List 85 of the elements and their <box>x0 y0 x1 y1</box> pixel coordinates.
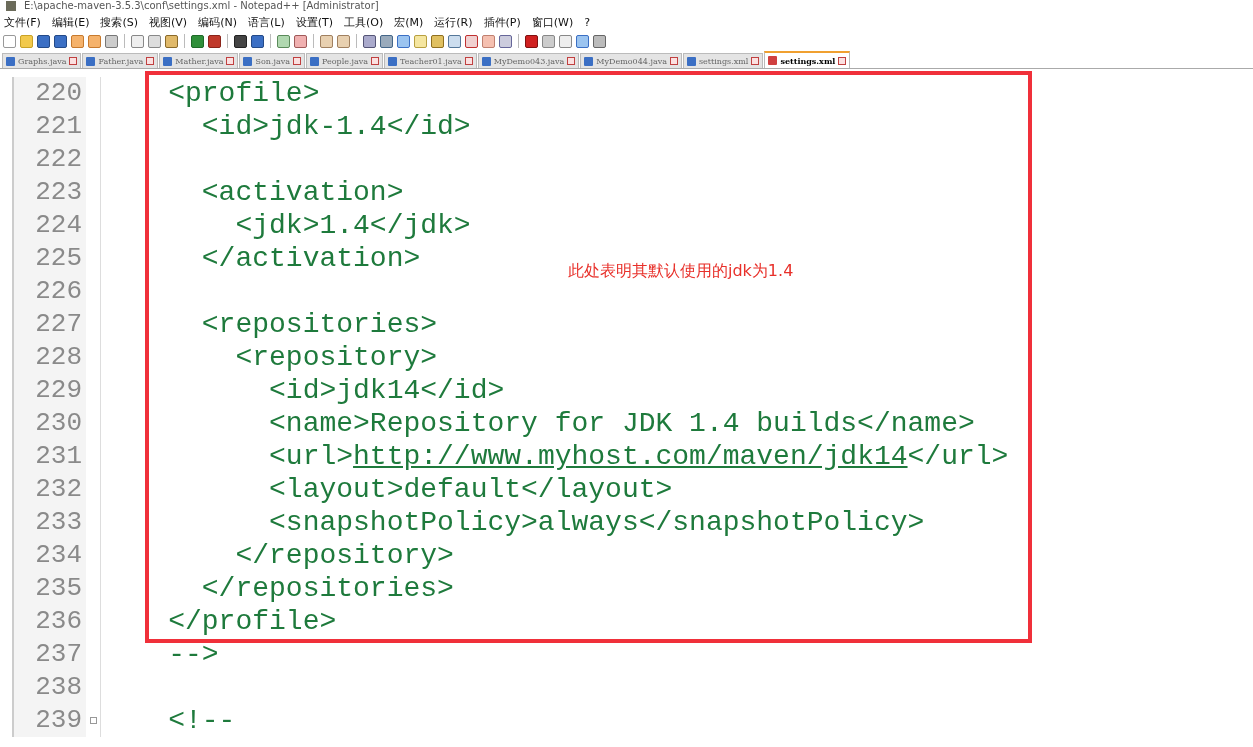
line-number: 235 <box>12 572 86 605</box>
line-number: 223 <box>12 176 86 209</box>
line-number: 225 <box>12 242 86 275</box>
close-icon[interactable] <box>146 57 155 65</box>
file-icon <box>481 56 491 66</box>
code-line: <layout>default</layout> <box>268 473 673 506</box>
fold-icon[interactable] <box>89 717 97 724</box>
close-icon[interactable] <box>670 57 678 65</box>
close-icon[interactable] <box>293 57 301 65</box>
file-tab[interactable]: Graphs.java <box>2 53 82 68</box>
file-tab[interactable]: Father.java <box>82 53 159 68</box>
file-icon <box>388 56 398 66</box>
menu-item[interactable]: 视图(V) <box>149 14 188 30</box>
menu-item[interactable]: 搜索(S) <box>100 14 139 30</box>
code-line: --> <box>167 638 219 671</box>
line-number: 232 <box>12 473 86 506</box>
file-icon <box>768 56 778 65</box>
menu-item[interactable]: 语言(L) <box>247 14 285 30</box>
file-icon <box>243 56 253 66</box>
close-icon[interactable] <box>567 57 576 65</box>
file-tab[interactable]: MyDemo044.java <box>580 53 682 68</box>
menu-item[interactable]: 插件(P) <box>483 14 521 30</box>
app-icon <box>6 1 16 11</box>
close-icon[interactable] <box>751 57 760 65</box>
menu-item[interactable]: 编辑(E) <box>51 14 90 30</box>
file-tab[interactable]: MyDemo043.java <box>477 53 580 68</box>
code-line: <profile> <box>167 77 320 110</box>
menu-item[interactable]: 窗口(W) <box>531 14 574 30</box>
code-line: <id>jdk-1.4</id> <box>200 110 471 143</box>
menu-item[interactable]: 工具(O) <box>344 14 384 30</box>
code-line: <repository> <box>234 341 438 374</box>
line-number: 237 <box>12 638 86 671</box>
window-title: E:\apache-maven-3.5.3\conf\settings.xml - Notepad++ [Administrator] <box>24 0 379 12</box>
file-icon <box>687 56 696 66</box>
file-tab[interactable]: settings.xml <box>683 53 764 68</box>
code-line: <repositories> <box>200 308 438 341</box>
menu-item[interactable]: 运行(R) <box>434 14 473 30</box>
file-tab[interactable]: Mather.java <box>159 53 239 68</box>
file-icon <box>163 56 173 66</box>
file-tab[interactable]: Teacher01.java <box>384 53 477 68</box>
line-number: 224 <box>12 209 86 242</box>
menu-item[interactable]: 宏(M) <box>394 14 424 30</box>
file-icon <box>310 56 319 66</box>
line-number: 239 <box>12 704 86 737</box>
file-icon <box>86 56 96 66</box>
close-icon[interactable] <box>226 57 235 65</box>
file-tab[interactable]: Son.java <box>239 53 305 68</box>
line-number: 229 <box>12 374 86 407</box>
code-line: <url>http://www.myhost.com/maven/jdk14</url> <box>268 440 1009 473</box>
menu-item[interactable]: 编码(N) <box>198 14 237 30</box>
code-line: </activation> <box>200 242 421 275</box>
code-line: </repositories> <box>200 572 454 605</box>
line-number: 236 <box>12 605 86 638</box>
code-line: <name>Repository for JDK 1.4 builds</name> <box>268 407 975 440</box>
menu-item[interactable]: ? <box>584 15 591 29</box>
line-number: 220 <box>12 77 86 110</box>
line-number: 231 <box>12 440 86 473</box>
line-number: 228 <box>12 341 86 374</box>
close-icon[interactable] <box>371 57 380 65</box>
line-number: 230 <box>12 407 86 440</box>
line-number: 238 <box>12 671 86 704</box>
menu-item[interactable]: 文件(F) <box>4 14 41 30</box>
code-line: <jdk>1.4</jdk> <box>234 209 471 242</box>
line-number: 221 <box>12 110 86 143</box>
file-icon <box>584 56 594 66</box>
code-line: </repository> <box>234 539 454 572</box>
code-line: </profile> <box>167 605 337 638</box>
file-icon <box>6 56 15 66</box>
code-line: <activation> <box>200 176 404 209</box>
line-number: 234 <box>12 539 86 572</box>
line-number: 233 <box>12 506 86 539</box>
line-number: 227 <box>12 308 86 341</box>
code-line: <!-- <box>167 704 236 737</box>
line-number: 226 <box>12 275 86 308</box>
close-icon[interactable] <box>838 56 847 65</box>
url-link[interactable]: http://www.myhost.com/maven/jdk14 <box>353 441 908 472</box>
file-tab[interactable]: settings.xml <box>764 51 851 68</box>
line-number: 222 <box>12 143 86 176</box>
file-tab[interactable]: People.java <box>306 53 384 68</box>
code-line: <id>jdk14</id> <box>268 374 505 407</box>
menu-item[interactable]: 设置(T) <box>295 14 333 30</box>
close-icon[interactable] <box>69 57 78 65</box>
annotation-text: 此处表明其默认使用的jdk为1.4 <box>568 261 794 282</box>
code-line: <snapshotPolicy>always</snapshotPolicy> <box>268 506 925 539</box>
close-icon[interactable] <box>464 57 473 65</box>
